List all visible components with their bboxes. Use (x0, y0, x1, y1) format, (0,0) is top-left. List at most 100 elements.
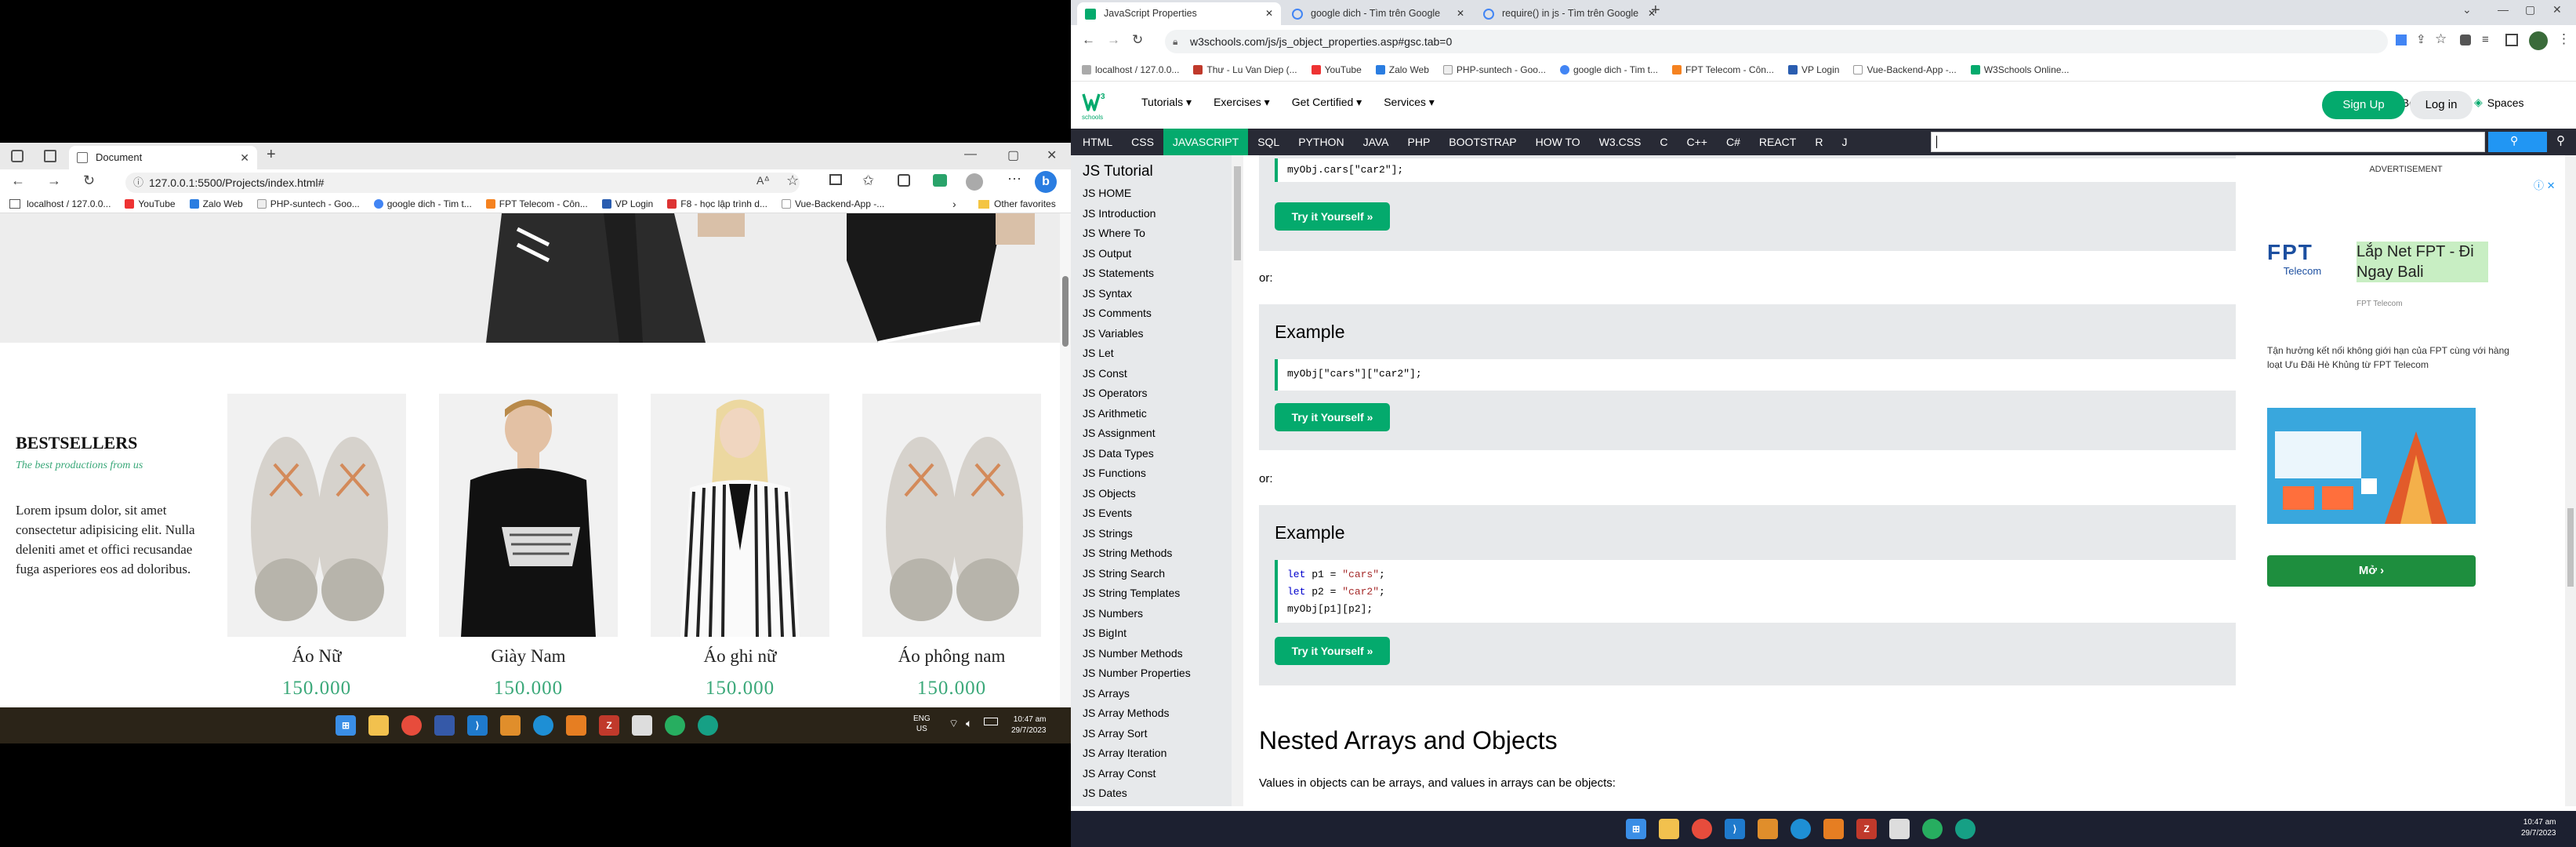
bookmark-item[interactable]: W3Schools Online... (1970, 64, 2069, 75)
sidebar-item[interactable]: JS Let (1071, 344, 1243, 364)
fav-item[interactable]: FPT Telecom - Côn... (485, 198, 588, 209)
close-tab-icon[interactable]: ✕ (1457, 2, 1464, 25)
xampp-icon[interactable] (1823, 819, 1844, 839)
language-indicator[interactable]: ENG US (913, 714, 931, 734)
nav-howto[interactable]: HOW TO (1526, 129, 1590, 155)
forward-icon[interactable]: → (1107, 32, 1120, 48)
sidebar-item[interactable]: JS Dates (1071, 783, 1243, 804)
w3schools-logo[interactable]: 3 schools (1082, 89, 1110, 121)
windows-start-icon[interactable]: ⊞ (1626, 819, 1646, 839)
vscode-icon[interactable]: ⟩ (467, 715, 488, 736)
app-icon[interactable] (1955, 819, 1976, 839)
bookmark-item[interactable]: YouTube (1311, 64, 1362, 75)
try-it-button[interactable]: Try it Yourself » (1275, 637, 1390, 665)
nav-php[interactable]: PHP (1399, 129, 1440, 155)
sidebar-item[interactable]: JS HOME (1071, 184, 1243, 204)
share-icon[interactable]: ⇪ (2416, 32, 2426, 46)
profile-avatar[interactable] (966, 173, 983, 191)
nav-react[interactable]: REACT (1750, 129, 1805, 155)
product-name[interactable]: Áo Nữ (227, 646, 406, 667)
scrollbar-thumb[interactable] (2567, 508, 2574, 587)
volume-icon[interactable]: 🔈︎ (966, 717, 972, 730)
product-name[interactable]: Giày Nam (439, 646, 618, 667)
app-icon[interactable] (698, 715, 718, 736)
app-icon[interactable] (1889, 819, 1910, 839)
bing-icon[interactable]: b (1035, 171, 1057, 193)
close-window-icon[interactable]: ✕ (1047, 147, 1057, 163)
close-window-icon[interactable]: ✕ (2552, 3, 2562, 16)
sublime-icon[interactable] (500, 715, 521, 736)
sidebar-item[interactable]: JS Assignment (1071, 424, 1243, 444)
sidebar-item[interactable]: JS Array Const (1071, 764, 1243, 784)
spaces-link[interactable]: ◈ Spaces (2474, 96, 2523, 109)
login-button[interactable]: Log in (2410, 91, 2473, 119)
sidebar-item[interactable]: JS Events (1071, 503, 1243, 524)
windows-start-icon[interactable]: ⊞ (336, 715, 356, 736)
edge-dev-icon[interactable] (665, 715, 685, 736)
try-it-button[interactable]: Try it Yourself » (1275, 403, 1390, 431)
xampp-icon[interactable] (566, 715, 586, 736)
nav-javascript[interactable]: JAVASCRIPT (1163, 129, 1249, 155)
bookmark-item[interactable]: google dich - Tim t... (1559, 64, 1658, 75)
more-icon[interactable]: ⋯ (1007, 171, 1021, 187)
info-icon[interactable]: ⓘ (133, 173, 143, 193)
minimize-icon[interactable]: — (2498, 3, 2509, 16)
sidebar-item[interactable]: JS Syntax (1071, 284, 1243, 304)
sidebar-item[interactable]: JS BigInt (1071, 623, 1243, 644)
scrollbar-thumb[interactable] (1062, 276, 1068, 347)
refresh-icon[interactable]: ↻ (83, 173, 95, 189)
nav-c[interactable]: C (1650, 129, 1677, 155)
tab-actions-icon[interactable] (44, 150, 56, 162)
split-screen-icon[interactable] (829, 174, 842, 185)
tutorials-menu[interactable]: Tutorials ▾ (1141, 96, 1192, 109)
nav-python[interactable]: PYTHON (1289, 129, 1353, 155)
signup-button[interactable]: Sign Up (2322, 91, 2405, 119)
nav-cpp[interactable]: C++ (1678, 129, 1717, 155)
services-menu[interactable]: Services ▾ (1384, 96, 1435, 109)
sidebar-item[interactable]: JS Variables (1071, 324, 1243, 344)
fav-item[interactable]: VP Login (601, 198, 653, 209)
main-scrollbar[interactable] (2565, 155, 2576, 806)
tab-javascript-properties[interactable]: JavaScript Properties ✕ (1077, 2, 1281, 25)
extensions-icon[interactable] (2460, 35, 2471, 45)
product-image[interactable] (862, 394, 1041, 637)
ad-image[interactable] (2267, 408, 2476, 524)
nav-r[interactable]: R (1805, 129, 1832, 155)
nav-java[interactable]: JAVA (1354, 129, 1399, 155)
forward-icon[interactable]: → (47, 173, 61, 189)
vscode-icon[interactable]: ⟩ (1725, 819, 1745, 839)
sidebar-item[interactable]: JS Operators (1071, 384, 1243, 404)
sidebar-item[interactable]: JS String Methods (1071, 543, 1243, 564)
back-icon[interactable]: ← (11, 173, 25, 189)
tab-document[interactable]: Document ✕ (69, 146, 257, 169)
edge-icon[interactable] (533, 715, 553, 736)
sidebar-scrollbar[interactable] (1232, 155, 1243, 806)
sidebar-item[interactable]: JS Functions (1071, 463, 1243, 484)
certified-menu[interactable]: Get Certified ▾ (1292, 96, 1362, 109)
fav-item[interactable]: PHP-suntech - Goo... (256, 198, 360, 209)
sidebar-item[interactable]: JS Data Types (1071, 444, 1243, 464)
fav-item[interactable]: localhost / 127.0.0... (27, 198, 111, 209)
ad-cta-button[interactable]: Mở › (2267, 555, 2476, 587)
product-name[interactable]: Áo phông nam (862, 646, 1041, 667)
file-explorer-icon[interactable] (368, 715, 389, 736)
address-bar[interactable]: 🔒︎ w3schools.com/js/js_object_properties… (1165, 30, 2388, 53)
nav-html[interactable]: HTML (1073, 129, 1122, 155)
lock-icon[interactable]: 🔒︎ (1173, 30, 1177, 53)
sidebar-item[interactable]: JS Arrays (1071, 684, 1243, 704)
fav-item[interactable]: google dich - Tim t... (373, 198, 472, 209)
fpt-logo[interactable]: FPT Telecom (2267, 240, 2338, 277)
chrome-icon[interactable] (401, 715, 422, 736)
chrome-icon[interactable] (1692, 819, 1712, 839)
other-favorites[interactable]: Other favorites (978, 194, 1056, 213)
sidebar-item[interactable]: JS Where To (1071, 224, 1243, 244)
extension-icon[interactable] (933, 174, 947, 187)
sidebar-item[interactable]: JS Array Methods (1071, 703, 1243, 724)
exercises-menu[interactable]: Exercises ▾ (1214, 96, 1270, 109)
clock[interactable]: 10:47 am 29/7/2023 (1011, 714, 1047, 736)
tab-require-js[interactable]: require() in js - Tìm trên Google ✕ (1475, 2, 1664, 25)
new-tab-icon[interactable]: + (1651, 2, 1660, 20)
product-image[interactable] (439, 394, 618, 637)
fav-item[interactable]: YouTube (125, 198, 176, 209)
sidebar-item[interactable]: JS Array Iteration (1071, 743, 1243, 764)
